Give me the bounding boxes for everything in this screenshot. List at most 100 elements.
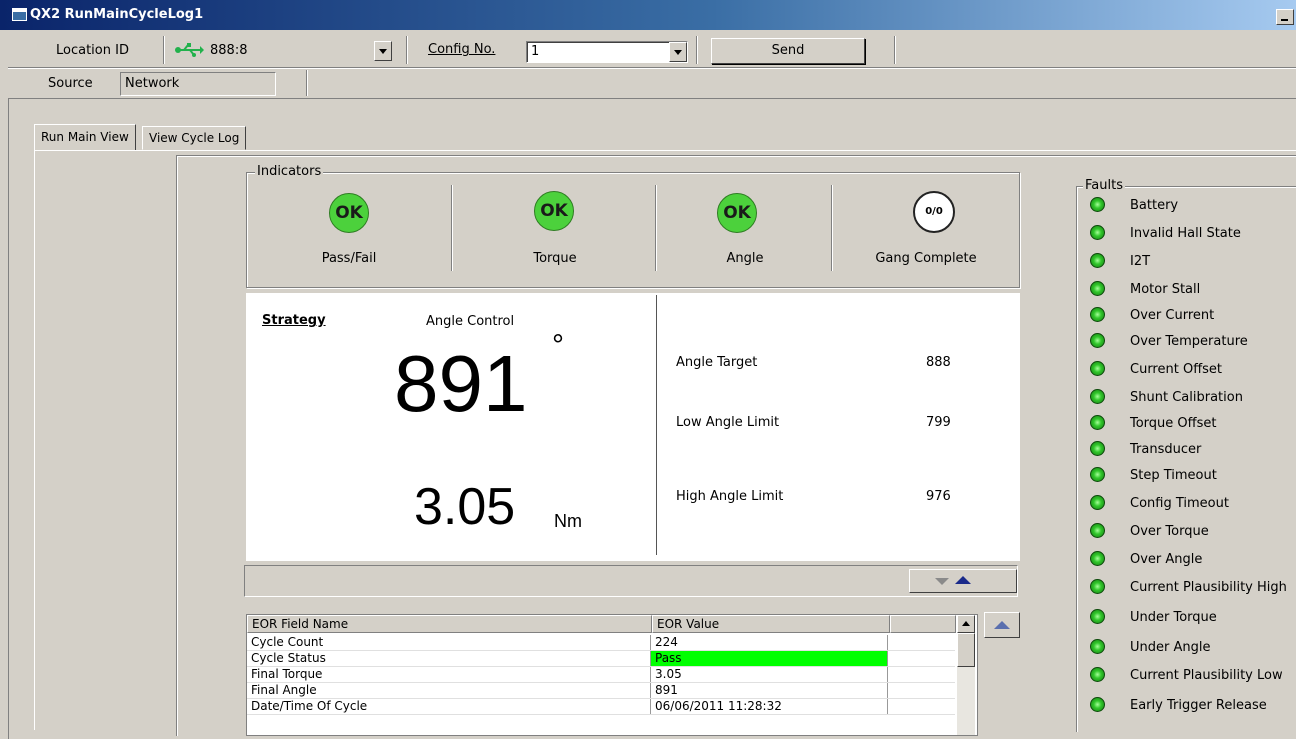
eor-field-name: Final Torque (247, 666, 651, 683)
fault-item: Battery (1090, 196, 1296, 216)
angle-target-value: 888 (926, 355, 951, 370)
fault-item: Over Angle (1090, 550, 1296, 570)
eor-field-name: Final Angle (247, 682, 651, 699)
config-label: Config No. (428, 42, 496, 57)
torque-ok-badge: OK (534, 191, 574, 231)
eor-header-value[interactable]: EOR Value (652, 615, 890, 633)
fault-label: Early Trigger Release (1130, 698, 1267, 713)
eor-field-value: 3.05 (650, 666, 888, 683)
collapse-down-icon (935, 578, 949, 585)
fault-label: I2T (1130, 254, 1151, 269)
fault-status-led-icon (1090, 579, 1105, 594)
eor-field-name: Date/Time Of Cycle (247, 698, 651, 715)
fault-status-led-icon (1090, 197, 1105, 212)
scroll-up-arrow-icon (962, 621, 970, 626)
config-dropdown-arrow[interactable] (669, 42, 687, 62)
tab-view-cycle-log[interactable]: View Cycle Log (142, 126, 247, 150)
torque-label: Torque (533, 251, 577, 266)
fault-status-led-icon (1090, 697, 1105, 712)
window-title: QX2 RunMainCycleLog1 (30, 7, 204, 22)
fault-item: Over Torque (1090, 522, 1296, 542)
eor-up-icon (994, 621, 1010, 629)
fault-label: Over Torque (1130, 524, 1209, 539)
fault-item: Motor Stall (1090, 280, 1296, 300)
fault-item: Config Timeout (1090, 494, 1296, 514)
scroll-thumb[interactable] (957, 633, 975, 667)
eor-field-value: 06/06/2011 11:28:32 (650, 698, 888, 715)
toolbar: Location ID 888:8 Config No. 1 Send Sour… (8, 30, 1296, 100)
tab-run-main-view[interactable]: Run Main View (34, 124, 136, 151)
fault-label: Transducer (1130, 442, 1202, 457)
table-row[interactable]: Cycle Count 224 (247, 635, 955, 651)
fault-status-led-icon (1090, 225, 1105, 240)
indicators-title: Indicators (255, 164, 324, 179)
high-angle-limit-label: High Angle Limit (676, 489, 784, 504)
eor-field-name: Cycle Count (247, 635, 651, 651)
tab-strip-line (34, 150, 1296, 151)
fault-status-led-icon (1090, 389, 1105, 404)
fault-label: Under Torque (1130, 610, 1217, 625)
location-label: Location ID (56, 43, 129, 58)
fault-item: Current Plausibility Low (1090, 666, 1296, 686)
window-title-bar[interactable]: QX2 RunMainCycleLog1 (0, 0, 1296, 30)
source-value: Network (125, 76, 180, 91)
angle-reading: 891 (394, 339, 528, 428)
fault-item: Invalid Hall State (1090, 224, 1296, 244)
fault-item: Shunt Calibration (1090, 388, 1296, 408)
fault-status-led-icon (1090, 609, 1105, 624)
location-dropdown-arrow[interactable] (374, 41, 392, 61)
send-button[interactable]: Send (711, 38, 865, 64)
eor-scrollbar[interactable] (957, 615, 975, 735)
fault-item: Over Temperature (1090, 332, 1296, 352)
eor-field-name: Cycle Status (247, 650, 651, 667)
fault-label: Battery (1130, 198, 1179, 213)
fault-item: Early Trigger Release (1090, 696, 1296, 716)
pass-fail-ok-badge: OK (329, 193, 369, 233)
table-row[interactable]: Final Angle 891 (247, 682, 955, 699)
fault-item: Under Angle (1090, 638, 1296, 658)
fault-item: I2T (1090, 252, 1296, 272)
eor-field-value-pass: Pass (650, 650, 888, 667)
pass-fail-label: Pass/Fail (321, 251, 377, 266)
fault-item: Transducer (1090, 440, 1296, 460)
fault-status-led-icon (1090, 333, 1105, 348)
fault-status-led-icon (1090, 281, 1105, 296)
eor-scroll-top-button[interactable] (984, 612, 1020, 638)
fault-label: Over Temperature (1130, 334, 1248, 349)
eor-header-field-name[interactable]: EOR Field Name (247, 615, 652, 633)
config-combo[interactable]: 1 (526, 41, 688, 63)
low-angle-limit-value: 799 (926, 415, 951, 430)
eor-rows: Cycle Count 224 Cycle Status Pass Final To… (247, 635, 955, 715)
eor-table: EOR Field Name EOR Value Cycle Count 224 … (246, 614, 978, 736)
minimize-button[interactable] (1276, 9, 1294, 25)
table-row[interactable]: Cycle Status Pass (247, 650, 955, 667)
source-field: Network (120, 72, 276, 96)
torque-unit: Nm (554, 511, 582, 531)
table-row[interactable]: Date/Time Of Cycle 06/06/2011 11:28:32 (247, 698, 955, 715)
fault-status-led-icon (1090, 495, 1105, 510)
fault-label: Torque Offset (1130, 416, 1217, 431)
fault-item: Current Plausibility High (1090, 578, 1296, 598)
fault-label: Current Plausibility Low (1130, 668, 1283, 683)
location-combo[interactable]: 888:8 (170, 40, 396, 62)
angle-ok-badge: OK (717, 193, 757, 233)
fault-item: Under Torque (1090, 608, 1296, 628)
scroll-up-button[interactable] (957, 615, 975, 633)
fault-status-led-icon (1090, 667, 1105, 682)
fault-status-led-icon (1090, 415, 1105, 430)
strategy-label: Strategy (262, 313, 326, 328)
eor-field-value: 891 (650, 682, 888, 699)
expand-up-icon (955, 576, 971, 584)
expand-collapse-button[interactable] (909, 569, 1017, 593)
fault-label: Invalid Hall State (1130, 226, 1241, 241)
fault-status-led-icon (1090, 551, 1105, 566)
fault-status-led-icon (1090, 307, 1105, 322)
fault-label: Current Offset (1130, 362, 1223, 377)
config-value: 1 (531, 44, 540, 59)
window-icon (12, 8, 27, 21)
indicators-group: Indicators OK Pass/Fail OK Torque OK Ang… (246, 164, 1020, 288)
fault-label: Step Timeout (1130, 468, 1217, 483)
table-row[interactable]: Final Torque 3.05 (247, 666, 955, 683)
fault-status-led-icon (1090, 639, 1105, 654)
high-angle-limit-value: 976 (926, 489, 951, 504)
